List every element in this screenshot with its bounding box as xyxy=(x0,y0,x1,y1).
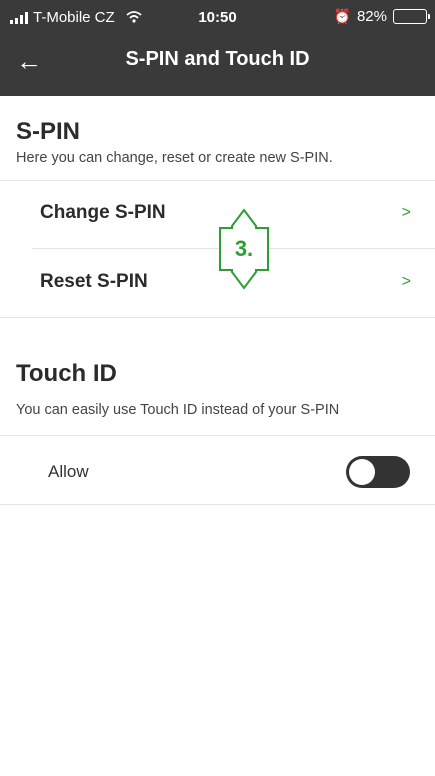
allow-touchid-row: Allow xyxy=(0,436,435,504)
nav-bar: ← S-PIN and Touch ID xyxy=(0,34,435,96)
alarm-icon: ⏰ xyxy=(333,8,351,24)
toggle-knob xyxy=(349,459,375,485)
divider xyxy=(0,504,435,505)
page-title: S-PIN and Touch ID xyxy=(125,48,310,70)
battery-percent: 82% xyxy=(356,8,387,25)
status-right: ⏰ 82% xyxy=(333,8,430,25)
touchid-section-title: Touch ID xyxy=(16,360,117,387)
battery-icon xyxy=(393,9,430,24)
chevron-right-icon: > xyxy=(401,204,411,221)
reset-spin-label: Reset S-PIN xyxy=(40,271,148,292)
spin-section-description: Here you can change, reset or create new… xyxy=(16,150,333,166)
change-spin-label: Change S-PIN xyxy=(40,202,166,223)
allow-toggle[interactable] xyxy=(346,456,410,488)
allow-label: Allow xyxy=(48,462,89,481)
touchid-section-description: You can easily use Touch ID instead of y… xyxy=(16,402,340,418)
top-bar: T-Mobile CZ 10:50 ⏰ 82% ← S-PIN and Touc… xyxy=(0,0,435,96)
step-callout: 3. xyxy=(216,208,272,290)
chevron-right-icon: > xyxy=(401,273,411,290)
divider xyxy=(0,317,435,318)
spin-section-title: S-PIN xyxy=(16,118,81,145)
step-number-label: 3. xyxy=(234,236,254,261)
status-bar: T-Mobile CZ 10:50 ⏰ 82% xyxy=(0,0,435,34)
